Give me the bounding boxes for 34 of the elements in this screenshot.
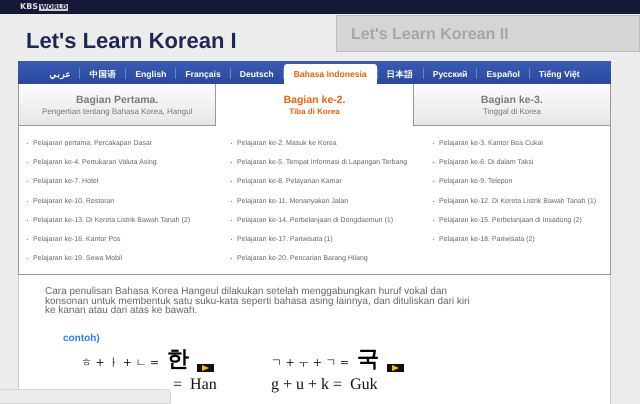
- play-icon: [392, 364, 400, 370]
- language-tab[interactable]: Deutsch: [230, 64, 283, 84]
- jamo-formula: ㄱ + ㅜ + ㄱ =: [271, 354, 350, 370]
- language-tab[interactable]: 日本語: [378, 64, 423, 84]
- play-button[interactable]: [387, 364, 404, 372]
- hangul-syllable: 국: [357, 344, 380, 372]
- roman-syllable: Han: [190, 376, 217, 394]
- language-tab[interactable]: Español: [477, 64, 529, 84]
- roman-formula: g + u + k =: [271, 376, 342, 394]
- part-tab[interactable]: Bagian Pertama. Pengertian tentang Bahasa Korea, Hangul: [18, 84, 216, 126]
- hangul-syllable: 한: [167, 344, 190, 372]
- example-label: contoh): [63, 332, 101, 344]
- language-tab[interactable]: عربي: [40, 64, 80, 84]
- language-tab[interactable]: Bahasa Indonesia: [284, 64, 377, 84]
- part-title: Bagian Pertama.: [76, 94, 158, 106]
- part-tab[interactable]: Bagian ke-2. Tiba di Korea: [216, 84, 413, 126]
- part-title: Bagian ke-3.: [480, 94, 543, 106]
- part-subtitle: Pengertian tentang Bahasa Korea, Hangul: [42, 106, 192, 116]
- play-button[interactable]: [197, 364, 214, 372]
- part-subtitle: Tinggal di Korea: [482, 106, 541, 116]
- play-icon: [202, 364, 210, 370]
- roman-formula: =: [172, 376, 182, 394]
- part-subtitle: Tiba di Korea: [289, 107, 340, 116]
- roman-syllable: Guk: [350, 376, 378, 394]
- language-tab[interactable]: 中国语: [80, 64, 126, 84]
- jamo-formula: ㅎ + ㅏ + ㄴ =: [81, 354, 160, 370]
- part-title: Bagian ke-2.: [284, 94, 346, 106]
- language-tab[interactable]: English: [126, 64, 176, 84]
- language-tab[interactable]: Français: [176, 64, 230, 84]
- language-tab[interactable]: Tiếng Việt: [530, 64, 589, 84]
- part-tab[interactable]: Bagian ke-3. Tinggal di Korea: [412, 84, 611, 126]
- course-tab[interactable]: Let's Learn Korean I: [26, 28, 237, 54]
- language-tab[interactable]: Русский: [424, 64, 476, 84]
- intro-paragraph: Cara penulisan Bahasa Korea Hangeul dilakukan setelah menggabungkan huruf vokal dan konsonan untuk membentuk satu suku-kata seperti bahasa asing lainnya, dan dituliskan dari kiri ke kanan atau dari atas ke bawah.: [45, 287, 471, 316]
